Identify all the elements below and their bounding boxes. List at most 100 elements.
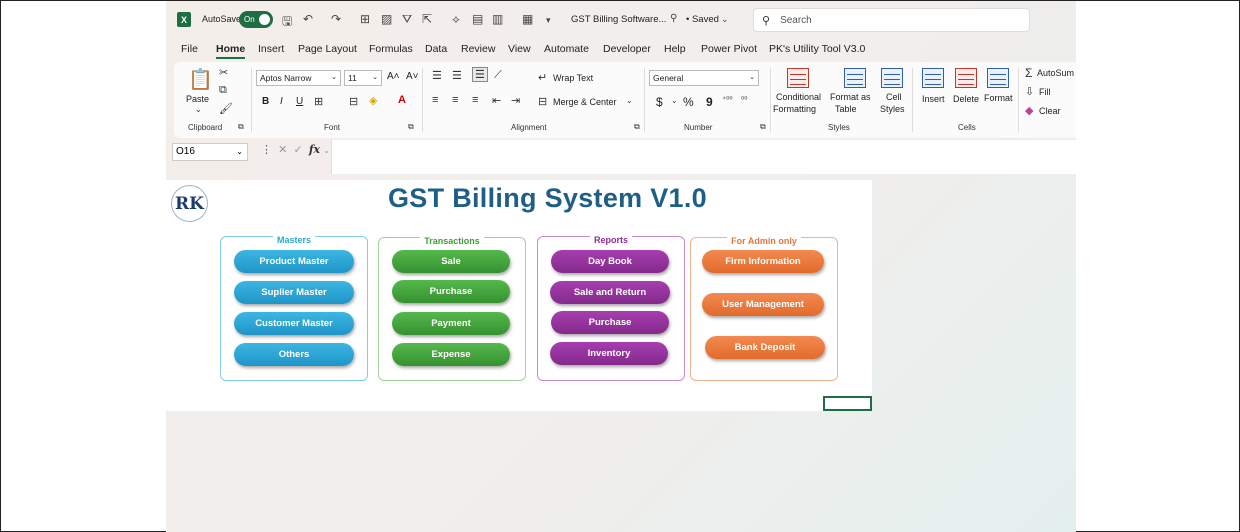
tab-automate[interactable]: Automate (544, 43, 589, 55)
borders-icon[interactable]: ⊞ (314, 95, 323, 108)
insert-cells-icon[interactable] (922, 68, 944, 88)
others-button[interactable]: Others (234, 343, 354, 366)
alignment-launcher-icon[interactable]: ⧉ (634, 122, 640, 132)
redo-icon[interactable]: ↷ (331, 12, 341, 26)
decrease-decimal-icon[interactable]: ⁰⁰ (741, 95, 747, 104)
align-top-icon[interactable]: ☰ (432, 69, 442, 82)
comma-button[interactable]: 9 (706, 95, 713, 109)
conditional-formatting-label-2[interactable]: Formatting (773, 104, 816, 114)
format-cells-button[interactable]: Format (984, 93, 1013, 103)
tab-help[interactable]: Help (664, 43, 686, 55)
autosave-toggle[interactable]: On (239, 11, 273, 28)
purchase-button[interactable]: Purchase (392, 280, 510, 303)
customer-master-button[interactable]: Customer Master (234, 312, 354, 335)
cancel-icon[interactable]: ✕ (278, 144, 287, 156)
search-box[interactable]: ⚲ Search (753, 8, 1030, 32)
currency-button[interactable]: $ (656, 95, 663, 109)
fill-color-icon[interactable]: ◈ (369, 94, 377, 107)
supplier-master-button[interactable]: Suplier Master (234, 281, 354, 304)
percent-button[interactable]: % (683, 95, 694, 109)
insert-cells-button[interactable]: Insert (922, 94, 945, 104)
align-center-icon[interactable]: ≡ (452, 94, 458, 106)
clear-button[interactable]: Clear (1039, 106, 1061, 116)
tab-home[interactable]: Home (216, 43, 246, 59)
font-name-select[interactable]: Aptos Narrow ⌄ (256, 70, 341, 86)
form-icon[interactable]: ▤ (472, 12, 483, 26)
copy-icon[interactable]: ⧉ (219, 84, 227, 97)
font-color-icon[interactable]: A (398, 94, 406, 106)
sale-and-return-button[interactable]: Sale and Return (550, 281, 670, 304)
increase-decimal-icon[interactable]: ⁺⁰⁰ (722, 95, 733, 104)
autosum-button[interactable]: AutoSum (1037, 68, 1074, 78)
number-launcher-icon[interactable]: ⧉ (760, 122, 766, 132)
eraser-icon[interactable]: ◆ (1025, 104, 1033, 117)
chevron-down-icon[interactable]: ⌄ (323, 146, 330, 155)
expense-button[interactable]: Expense (392, 343, 510, 366)
decrease-indent-icon[interactable]: ⇤ (492, 94, 501, 107)
format-painter-icon[interactable]: 🖌 (219, 102, 233, 115)
tab-page-layout[interactable]: Page Layout (298, 43, 357, 55)
clipboard-launcher-icon[interactable]: ⧉ (238, 122, 244, 132)
fill-icon[interactable]: ⇩ (1025, 85, 1034, 98)
format-painter-icon[interactable]: ⟡ (452, 12, 460, 27)
more-options-icon[interactable]: ⋮ (261, 144, 272, 156)
font-size-select[interactable]: 11 ⌄ (344, 70, 382, 86)
merge-center-button[interactable]: Merge & Center (553, 97, 617, 107)
customize-qat-icon[interactable]: ▾ (546, 15, 551, 26)
fill-button[interactable]: Fill (1039, 87, 1051, 97)
tab-file[interactable]: File (181, 43, 198, 55)
payment-button[interactable]: Payment (392, 312, 510, 335)
underline-button[interactable]: U (296, 96, 303, 107)
borders-icon[interactable]: ⊞ (360, 12, 370, 26)
shrink-font-icon[interactable]: A˅ (406, 71, 419, 82)
undo-icon[interactable]: ↶ (303, 12, 313, 26)
day-book-button[interactable]: Day Book (551, 250, 669, 273)
increase-indent-icon[interactable]: ⇥ (511, 94, 520, 107)
save-icon[interactable]: 🖫 (282, 12, 292, 33)
delete-cells-button[interactable]: Delete (953, 94, 979, 104)
tab-utility-tool[interactable]: PK's Utility Tool V3.0 (769, 43, 865, 55)
calculator-icon[interactable]: ▦ (522, 12, 533, 26)
cell-styles-icon[interactable] (881, 68, 903, 88)
firm-information-button[interactable]: Firm Information (702, 250, 824, 273)
align-bottom-icon[interactable]: ☰ (472, 67, 488, 82)
chevron-down-icon[interactable]: ⌄ (626, 96, 633, 105)
bold-button[interactable]: B (262, 96, 269, 107)
product-master-button[interactable]: Product Master (234, 250, 354, 273)
chevron-down-icon[interactable]: ⌄ (721, 14, 729, 25)
conditional-formatting-label-1[interactable]: Conditional (776, 92, 821, 102)
format-as-table-icon[interactable] (844, 68, 866, 88)
tab-data[interactable]: Data (425, 43, 447, 55)
tab-review[interactable]: Review (461, 43, 495, 55)
tab-power-pivot[interactable]: Power Pivot (701, 43, 757, 55)
conditional-formatting-icon[interactable] (787, 68, 809, 88)
cell-styles-label-1[interactable]: Cell (886, 92, 902, 102)
borders-dropdown-icon[interactable]: ⊟ (349, 95, 358, 108)
table-icon[interactable]: ▥ (492, 12, 503, 26)
share-icon[interactable]: ⇱ (422, 12, 432, 26)
number-format-select[interactable]: General ⌄ (649, 70, 759, 86)
sale-button[interactable]: Sale (392, 250, 510, 273)
tab-developer[interactable]: Developer (603, 43, 651, 55)
autosum-icon[interactable]: Σ (1025, 66, 1032, 80)
user-management-button[interactable]: User Management (702, 293, 824, 316)
wrap-text-button[interactable]: Wrap Text (553, 73, 593, 83)
format-as-table-label-1[interactable]: Format as (830, 92, 871, 102)
chevron-down-icon[interactable]: ⌄ (671, 96, 678, 105)
tab-insert[interactable]: Insert (258, 43, 284, 55)
filter-icon[interactable]: ⛛ (402, 12, 412, 27)
paste-button[interactable]: Paste (186, 94, 209, 104)
inventory-button[interactable]: Inventory (550, 342, 668, 365)
format-as-table-label-2[interactable]: Table (835, 104, 857, 114)
grow-font-icon[interactable]: A˄ (387, 71, 400, 82)
formula-input[interactable] (331, 140, 1076, 174)
cut-icon[interactable]: ✂ (219, 66, 228, 79)
format-cells-icon[interactable] (987, 68, 1009, 88)
bank-deposit-button[interactable]: Bank Deposit (705, 336, 825, 359)
align-left-icon[interactable]: ≡ (432, 94, 438, 106)
selected-cell[interactable] (823, 396, 872, 411)
italic-button[interactable]: I (280, 96, 283, 107)
orientation-icon[interactable]: ⟋ (494, 69, 502, 82)
tab-formulas[interactable]: Formulas (369, 43, 413, 55)
font-launcher-icon[interactable]: ⧉ (408, 122, 414, 132)
